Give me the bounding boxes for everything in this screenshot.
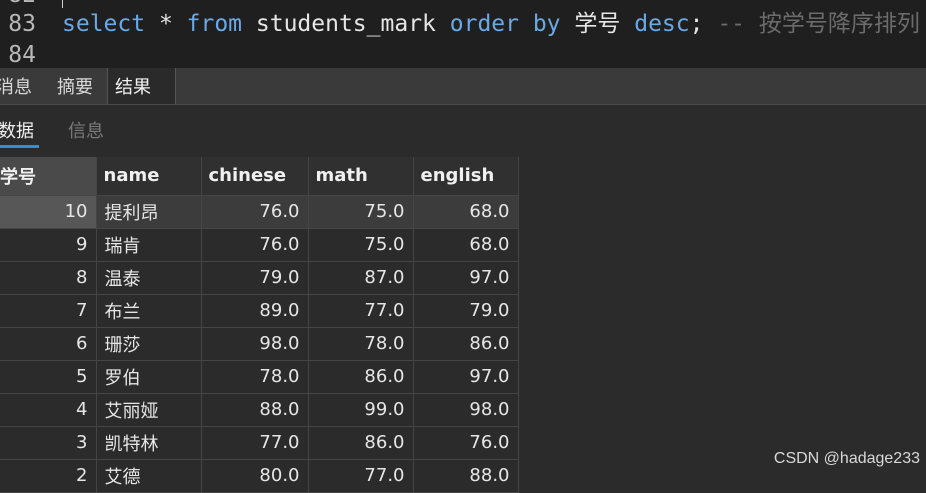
cell-math[interactable]: 86.0 (308, 426, 414, 460)
cell-english[interactable]: 86.0 (413, 327, 519, 361)
table-row[interactable]: 8 温泰 79.0 87.0 97.0 (0, 261, 519, 295)
cell-english[interactable]: 76.0 (413, 426, 519, 460)
sql-token: -- 按学号降序排列 (717, 11, 920, 37)
cell-chinese[interactable]: 79.0 (201, 261, 309, 295)
cell-student-id[interactable]: 3 (0, 426, 97, 460)
cell-student-id[interactable]: 2 (0, 459, 97, 493)
watermark: CSDN @hadage233 (773, 450, 920, 467)
cell-name[interactable]: 布兰 (96, 294, 202, 328)
cell-english[interactable]: 97.0 (413, 360, 519, 394)
line-number: 84 (8, 42, 36, 68)
cell-math[interactable]: 86.0 (308, 360, 414, 394)
cell-name[interactable]: 温泰 (96, 261, 202, 295)
cell-math[interactable]: 77.0 (308, 294, 414, 328)
cell-student-id[interactable]: 5 (0, 360, 97, 394)
cell-student-id[interactable]: 8 (0, 261, 97, 295)
cell-math[interactable]: 78.0 (308, 327, 414, 361)
cell-name[interactable]: 凯特林 (96, 426, 202, 460)
tab-info[interactable]: 信息 (68, 119, 104, 145)
cell-name[interactable]: 艾丽娅 (96, 393, 202, 427)
table-row[interactable]: 10 提利昂 76.0 75.0 68.0 (0, 195, 519, 229)
cell-student-id[interactable]: 9 (0, 228, 97, 262)
tab-summary[interactable]: 摘要 (50, 68, 100, 104)
cell-name[interactable]: 瑞肯 (96, 228, 202, 262)
cell-chinese[interactable]: 77.0 (201, 426, 309, 460)
cell-math[interactable]: 99.0 (308, 393, 414, 427)
cell-student-id[interactable]: 7 (0, 294, 97, 328)
tab-data[interactable]: 数据 (0, 119, 34, 145)
cell-math[interactable]: 77.0 (308, 459, 414, 493)
result-grid[interactable]: 学号 name chinese math english 10 提利昂 76.0 75… (0, 157, 519, 493)
sql-token: 学号 (560, 11, 635, 37)
result-sub-tab-bar: 数据 信息 (0, 105, 926, 157)
cell-student-id[interactable]: 6 (0, 327, 97, 361)
cell-english[interactable]: 98.0 (413, 393, 519, 427)
tab-result-1[interactable]: 结果 1 (107, 68, 176, 138)
column-header-chinese[interactable]: chinese (201, 157, 309, 196)
table-row[interactable]: 3 凯特林 77.0 86.0 76.0 (0, 426, 519, 460)
active-tab-indicator (0, 145, 39, 148)
cell-chinese[interactable]: 98.0 (201, 327, 309, 361)
cell-name[interactable]: 提利昂 (96, 195, 202, 229)
cell-student-id[interactable]: 10 (0, 195, 97, 229)
editor-line: 84 (0, 40, 926, 68)
sql-token: students_mark (242, 11, 450, 37)
cell-chinese[interactable]: 76.0 (201, 195, 309, 229)
column-header-math[interactable]: math (308, 157, 414, 196)
sql-editor[interactable]: 82 83 select * from students_mark order … (0, 0, 926, 68)
cell-name[interactable]: 罗伯 (96, 360, 202, 394)
sql-token: * (145, 11, 187, 37)
tab-messages[interactable]: 消息 (0, 68, 39, 104)
column-header-name[interactable]: name (96, 157, 202, 196)
cell-math[interactable]: 75.0 (308, 228, 414, 262)
editor-line[interactable]: 83 select * from students_mark order by … (0, 9, 926, 39)
table-row[interactable]: 9 瑞肯 76.0 75.0 68.0 (0, 228, 519, 262)
column-header-student-id[interactable]: 学号 (0, 157, 97, 196)
cell-chinese[interactable]: 89.0 (201, 294, 309, 328)
cell-math[interactable]: 87.0 (308, 261, 414, 295)
cell-english[interactable]: 68.0 (413, 195, 519, 229)
cell-name[interactable]: 珊莎 (96, 327, 202, 361)
sql-token: ; (689, 11, 718, 37)
cell-chinese[interactable]: 78.0 (201, 360, 309, 394)
table-row[interactable]: 7 布兰 89.0 77.0 79.0 (0, 294, 519, 328)
sql-token: order by (449, 11, 561, 37)
cell-name[interactable]: 艾德 (96, 459, 202, 493)
cell-english[interactable]: 79.0 (413, 294, 519, 328)
table-row[interactable]: 6 珊莎 98.0 78.0 86.0 (0, 327, 519, 361)
cell-chinese[interactable]: 76.0 (201, 228, 309, 262)
sql-token: from (186, 11, 243, 37)
table-row[interactable]: 5 罗伯 78.0 86.0 97.0 (0, 360, 519, 394)
line-number: 83 (8, 11, 36, 37)
cell-math[interactable]: 75.0 (308, 195, 414, 229)
column-header-english[interactable]: english (413, 157, 519, 196)
sql-statement[interactable]: select * from students_mark order by 学号 … (62, 9, 920, 39)
cell-english[interactable]: 88.0 (413, 459, 519, 493)
result-tab-bar: 消息 摘要 结果 1 (0, 68, 926, 138)
cell-chinese[interactable]: 88.0 (201, 393, 309, 427)
grid-header-row: 学号 name chinese math english (0, 157, 519, 196)
table-row[interactable]: 4 艾丽娅 88.0 99.0 98.0 (0, 393, 519, 427)
cell-english[interactable]: 97.0 (413, 261, 519, 295)
sql-token: desc (634, 11, 690, 37)
cell-english[interactable]: 68.0 (413, 228, 519, 262)
cell-student-id[interactable]: 4 (0, 393, 97, 427)
sql-token: select (62, 11, 146, 37)
table-row[interactable]: 2 艾德 80.0 77.0 88.0 (0, 459, 519, 493)
cell-chinese[interactable]: 80.0 (201, 459, 309, 493)
